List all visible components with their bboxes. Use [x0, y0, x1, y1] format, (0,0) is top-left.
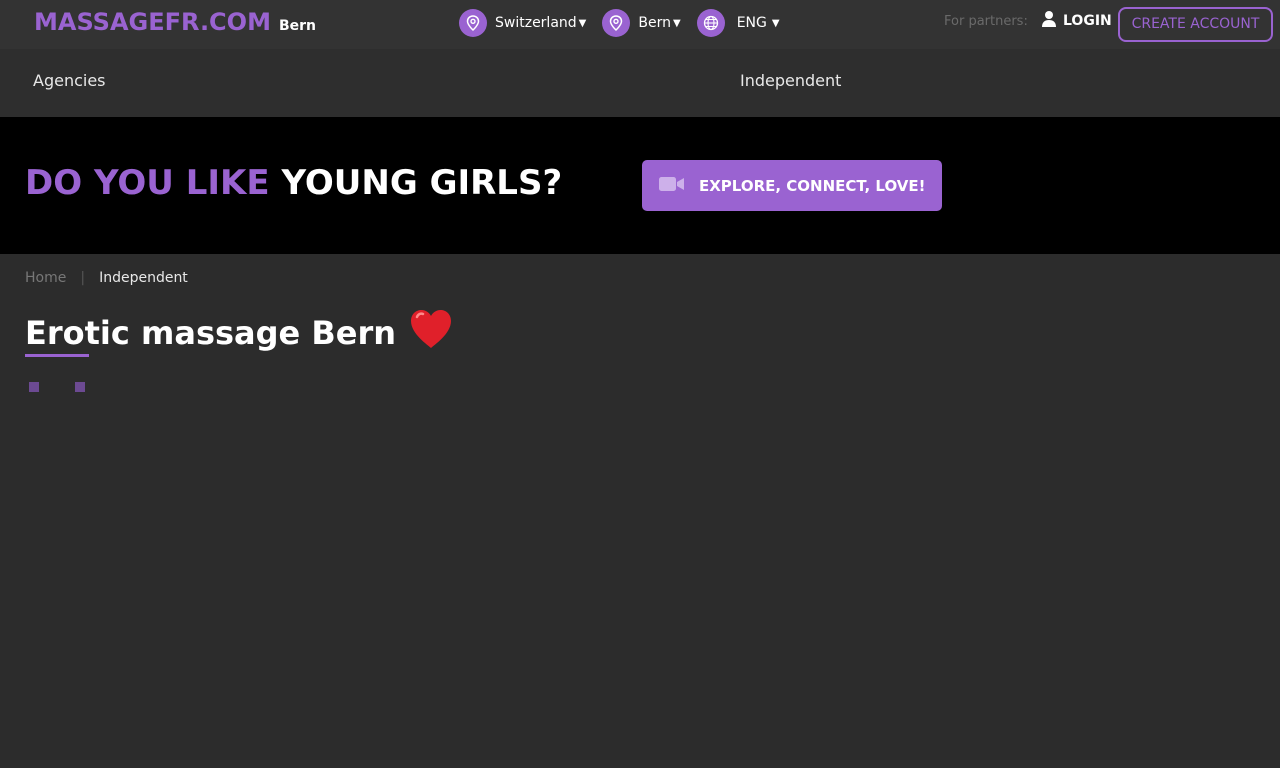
breadcrumb-home[interactable]: Home: [25, 270, 66, 286]
breadcrumb: Home | Independent: [25, 270, 188, 286]
promo-banner[interactable]: DO YOU LIKE YOUNG GIRLS? EXPLORE, CONNEC…: [0, 117, 1280, 254]
category-nav: Agencies Independent: [0, 49, 1280, 117]
globe-icon: [696, 9, 725, 37]
country-selector[interactable]: Switzerland ▼: [459, 9, 586, 37]
city-selector[interactable]: Bern ▼: [602, 9, 681, 37]
logo-text[interactable]: MASSAGEFR.COM: [34, 8, 271, 36]
heart-icon: [408, 308, 454, 358]
chevron-down-icon: ▼: [578, 17, 587, 29]
login-button[interactable]: LOGIN: [1041, 10, 1112, 32]
location-pin-icon: [602, 9, 631, 37]
explore-button[interactable]: EXPLORE, CONNECT, LOVE!: [642, 160, 942, 211]
language-selector[interactable]: ENG ▼: [696, 9, 780, 37]
nav-item-agencies[interactable]: Agencies: [33, 71, 106, 90]
banner-headline-white: YOUNG GIRLS?: [281, 163, 563, 203]
site-logo[interactable]: MASSAGEFR.COM Bern: [34, 8, 316, 36]
nav-item-independent[interactable]: Independent: [740, 71, 841, 90]
video-camera-icon: [659, 176, 685, 196]
location-pin-icon: [459, 9, 487, 37]
partners-label: For partners:: [944, 14, 1028, 29]
loader-dot: [75, 382, 85, 392]
banner-headline-accent: DO YOU LIKE: [25, 163, 270, 203]
country-selector-label[interactable]: Switzerland: [495, 15, 577, 31]
loading-indicator: [29, 382, 121, 392]
logo-city: Bern: [278, 18, 316, 34]
user-icon: [1041, 10, 1057, 32]
page-title: Erotic massage Bern: [25, 308, 454, 358]
page-title-text: Erotic massage Bern: [25, 314, 397, 352]
create-account-button[interactable]: CREATE ACCOUNT: [1118, 7, 1273, 42]
language-selector-label[interactable]: ENG: [737, 15, 767, 31]
banner-headline: DO YOU LIKE YOUNG GIRLS?: [25, 163, 562, 203]
login-label[interactable]: LOGIN: [1063, 13, 1112, 29]
chevron-down-icon: ▼: [771, 17, 780, 29]
chevron-down-icon: ▼: [672, 17, 681, 29]
loader-dot: [29, 382, 39, 392]
breadcrumb-separator: |: [80, 270, 86, 286]
top-bar: MASSAGEFR.COM Bern Switzerland ▼ Bern ▼: [0, 0, 1280, 49]
explore-button-label[interactable]: EXPLORE, CONNECT, LOVE!: [699, 177, 926, 195]
title-underline: [25, 354, 89, 357]
location-selectors: Switzerland ▼ Bern ▼ ENG ▼: [459, 9, 796, 37]
city-selector-label[interactable]: Bern: [638, 15, 671, 31]
breadcrumb-current: Independent: [99, 270, 188, 286]
